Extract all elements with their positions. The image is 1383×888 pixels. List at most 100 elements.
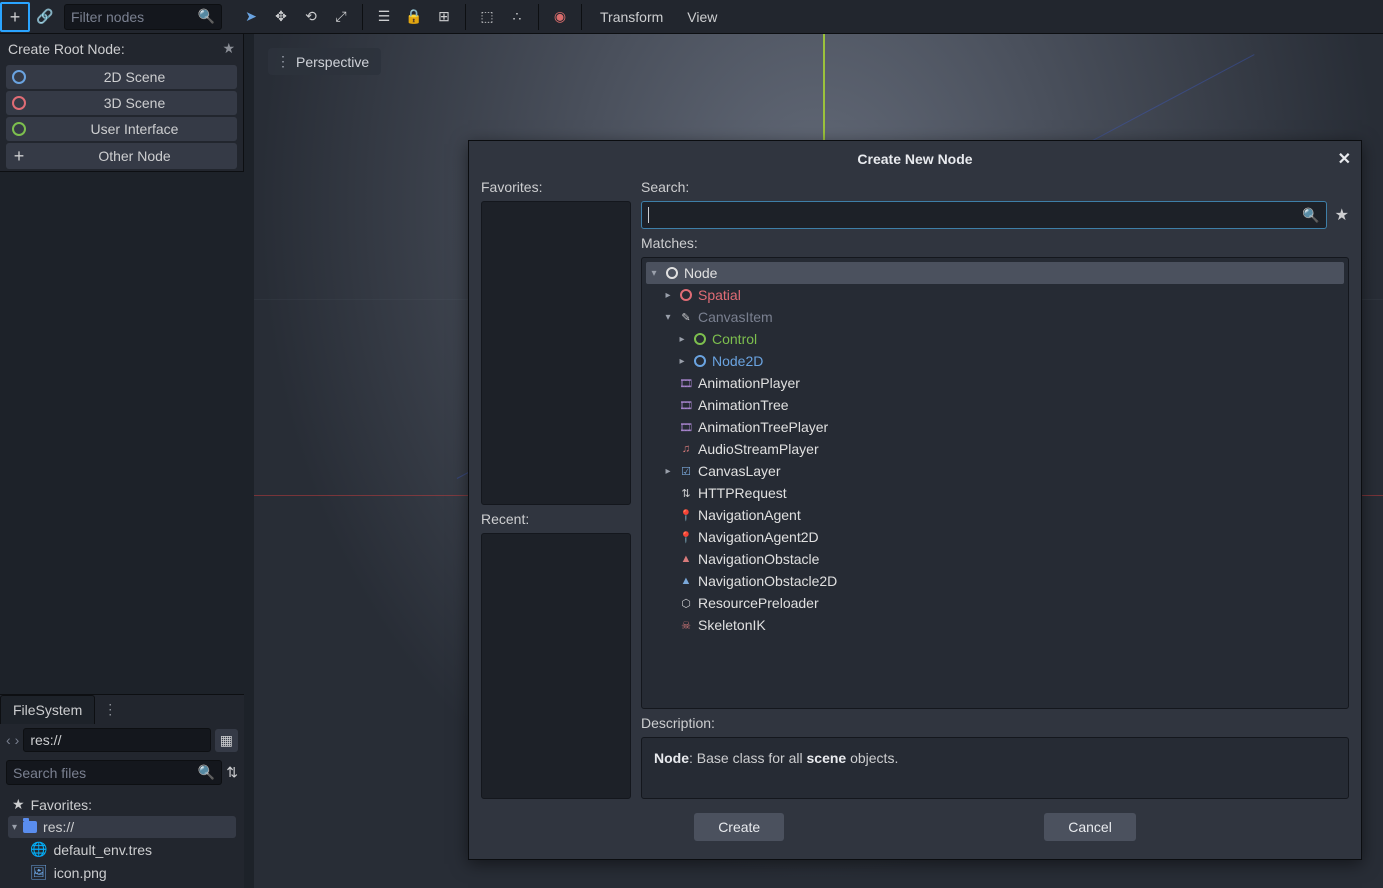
chevron-down-icon[interactable]: ▾ (662, 312, 674, 323)
scene-tree[interactable] (0, 171, 244, 694)
node-tree-item-skeletonik[interactable]: ☠ SkeletonIK (646, 614, 1344, 636)
add-node-button[interactable]: + (0, 2, 30, 32)
file-item[interactable]: 🖼 icon.png (8, 861, 236, 884)
node-tree-item-animationtreeplayer[interactable]: 🎞AnimationTreePlayer (646, 416, 1344, 438)
description-label: Description: (641, 715, 1349, 731)
lock-tool[interactable]: 🔒 (399, 2, 429, 32)
canvasitem-icon: ✎ (679, 310, 693, 324)
filter-nodes-input[interactable]: Filter nodes 🔍 (64, 4, 222, 30)
node-label: Node (684, 265, 717, 281)
node-tree-item-canvasitem[interactable]: ▾✎CanvasItem (646, 306, 1344, 328)
star-icon: ★ (12, 796, 25, 813)
node-label: AnimationTreePlayer (698, 419, 828, 435)
file-item[interactable]: 🌐 default_env.tres (8, 838, 236, 861)
node-tree-item-navigationagent[interactable]: 📍NavigationAgent (646, 504, 1344, 526)
grid-view-button[interactable]: ▦ (215, 729, 238, 752)
filesystem-tab[interactable]: FileSystem (0, 695, 95, 724)
node-tree-item-animationtree[interactable]: 🎞AnimationTree (646, 394, 1344, 416)
link-icon: 🔗 (36, 8, 53, 25)
dialog-title-bar[interactable]: Create New Node ✕ (469, 141, 1361, 173)
file-label: default_env.tres (53, 842, 152, 858)
node-label: Spatial (698, 287, 741, 303)
node-tree-item-node[interactable]: ▾ Node (646, 262, 1344, 284)
btn-label: Other Node (38, 148, 231, 164)
select-tool[interactable]: ➤ (236, 2, 266, 32)
chevron-right-icon[interactable]: ▸ (676, 334, 688, 345)
camera-tool[interactable]: ◉ (545, 2, 575, 32)
favorite-icon[interactable]: ★ (222, 40, 235, 57)
node-tree-item-animationplayer[interactable]: 🎞AnimationPlayer (646, 372, 1344, 394)
desc-bold: scene (807, 750, 847, 766)
node-tree-item-control[interactable]: ▸ Control (646, 328, 1344, 350)
node2d-icon (693, 354, 707, 368)
matches-label: Matches: (641, 235, 1349, 251)
label: Perspective (296, 54, 369, 70)
folder-item-root[interactable]: ▾ res:// (8, 816, 236, 838)
favorites-list[interactable] (481, 201, 631, 505)
back-button[interactable]: ‹ (6, 732, 11, 748)
cancel-button[interactable]: Cancel (1044, 813, 1136, 841)
create-3d-scene-button[interactable]: 3D Scene (6, 91, 237, 115)
node-label: Control (712, 331, 757, 347)
path-input[interactable]: res:// (23, 728, 210, 752)
node-label: SkeletonIK (698, 617, 766, 633)
close-button[interactable]: ✕ (1338, 149, 1351, 169)
recent-list[interactable] (481, 533, 631, 799)
list-tool[interactable]: ☰ (369, 2, 399, 32)
favorite-toggle-button[interactable]: ★ (1335, 205, 1349, 225)
node-tree-item-httprequest[interactable]: ⇅HTTPRequest (646, 482, 1344, 504)
search-input[interactable]: 🔍 (641, 201, 1327, 229)
filter-placeholder: Filter nodes (71, 9, 144, 25)
favorites-section[interactable]: ★ Favorites: (8, 793, 236, 816)
navigationobstacle-icon: ▲ (679, 552, 693, 566)
rotate-tool[interactable]: ⟲ (296, 2, 326, 32)
scale-tool[interactable]: ⤢ (326, 2, 356, 32)
btn-label: User Interface (38, 121, 231, 137)
matches-tree[interactable]: ▾Node▸Spatial▾✎CanvasItem▸Control▸Node2D… (641, 257, 1349, 709)
misc-tool[interactable]: ∴ (502, 2, 532, 32)
search-files-input[interactable]: Search files 🔍 (6, 760, 222, 785)
chevron-right-icon[interactable]: ▸ (676, 356, 688, 367)
node-label: AudioStreamPlayer (698, 441, 819, 457)
chevron-down-icon: ▾ (12, 822, 17, 833)
view-menu[interactable]: View (675, 0, 729, 33)
node-icon (665, 266, 679, 280)
desc-text: objects. (846, 750, 898, 766)
node-tree-item-navigationagent2d[interactable]: 📍NavigationAgent2D (646, 526, 1344, 548)
audiostreamplayer-icon: ♫ (679, 442, 693, 456)
dock-options-icon[interactable]: ⋮ (95, 695, 125, 724)
chevron-right-icon[interactable]: ▸ (662, 290, 674, 301)
node-tree-item-audiostreamplayer[interactable]: ♫ AudioStreamPlayer (646, 438, 1344, 460)
cube-tool[interactable]: ⬚ (472, 2, 502, 32)
label: Favorites: (31, 797, 92, 813)
skeletonik-icon: ☠ (679, 618, 693, 632)
create-button[interactable]: Create (694, 813, 784, 841)
node-tree-item-navigationobstacle2d[interactable]: ▲NavigationObstacle2D (646, 570, 1344, 592)
chevron-down-icon[interactable]: ▾ (648, 268, 660, 279)
node-tree-item-node2d[interactable]: ▸Node2D (646, 350, 1344, 372)
move-tool[interactable]: ✥ (266, 2, 296, 32)
canvaslayer-icon: ☑ (679, 464, 693, 478)
node-tree-item-canvaslayer[interactable]: ▸☑CanvasLayer (646, 460, 1344, 482)
separator (538, 4, 539, 30)
favorites-label: Favorites: (481, 179, 631, 195)
separator (362, 4, 363, 30)
forward-button[interactable]: › (15, 732, 20, 748)
scene-dock: Create Root Node: ★ 2D Scene 3D Scene Us… (0, 34, 244, 171)
perspective-badge[interactable]: ⋮ Perspective (268, 48, 381, 75)
node-tree-item-navigationobstacle[interactable]: ▲NavigationObstacle (646, 548, 1344, 570)
node-label: AnimationTree (698, 397, 789, 413)
group-tool[interactable]: ⊞ (429, 2, 459, 32)
create-ui-button[interactable]: User Interface (6, 117, 237, 141)
chevron-right-icon[interactable]: ▸ (662, 466, 674, 477)
sort-button[interactable]: ⇅ (226, 764, 238, 781)
link-button[interactable]: 🔗 (30, 2, 60, 32)
node-tree-item-resourcepreloader[interactable]: ⬡ResourcePreloader (646, 592, 1344, 614)
node-tree-item-spatial[interactable]: ▸ Spatial (646, 284, 1344, 306)
transform-menu[interactable]: Transform (588, 0, 675, 33)
create-2d-scene-button[interactable]: 2D Scene (6, 65, 237, 89)
create-other-node-button[interactable]: + Other Node (6, 143, 237, 169)
description-box: Node: Base class for all scene objects. (641, 737, 1349, 799)
file-tree: ★ Favorites: ▾ res:// 🌐 default_env.tres… (0, 789, 244, 888)
search-field[interactable] (649, 207, 1302, 223)
